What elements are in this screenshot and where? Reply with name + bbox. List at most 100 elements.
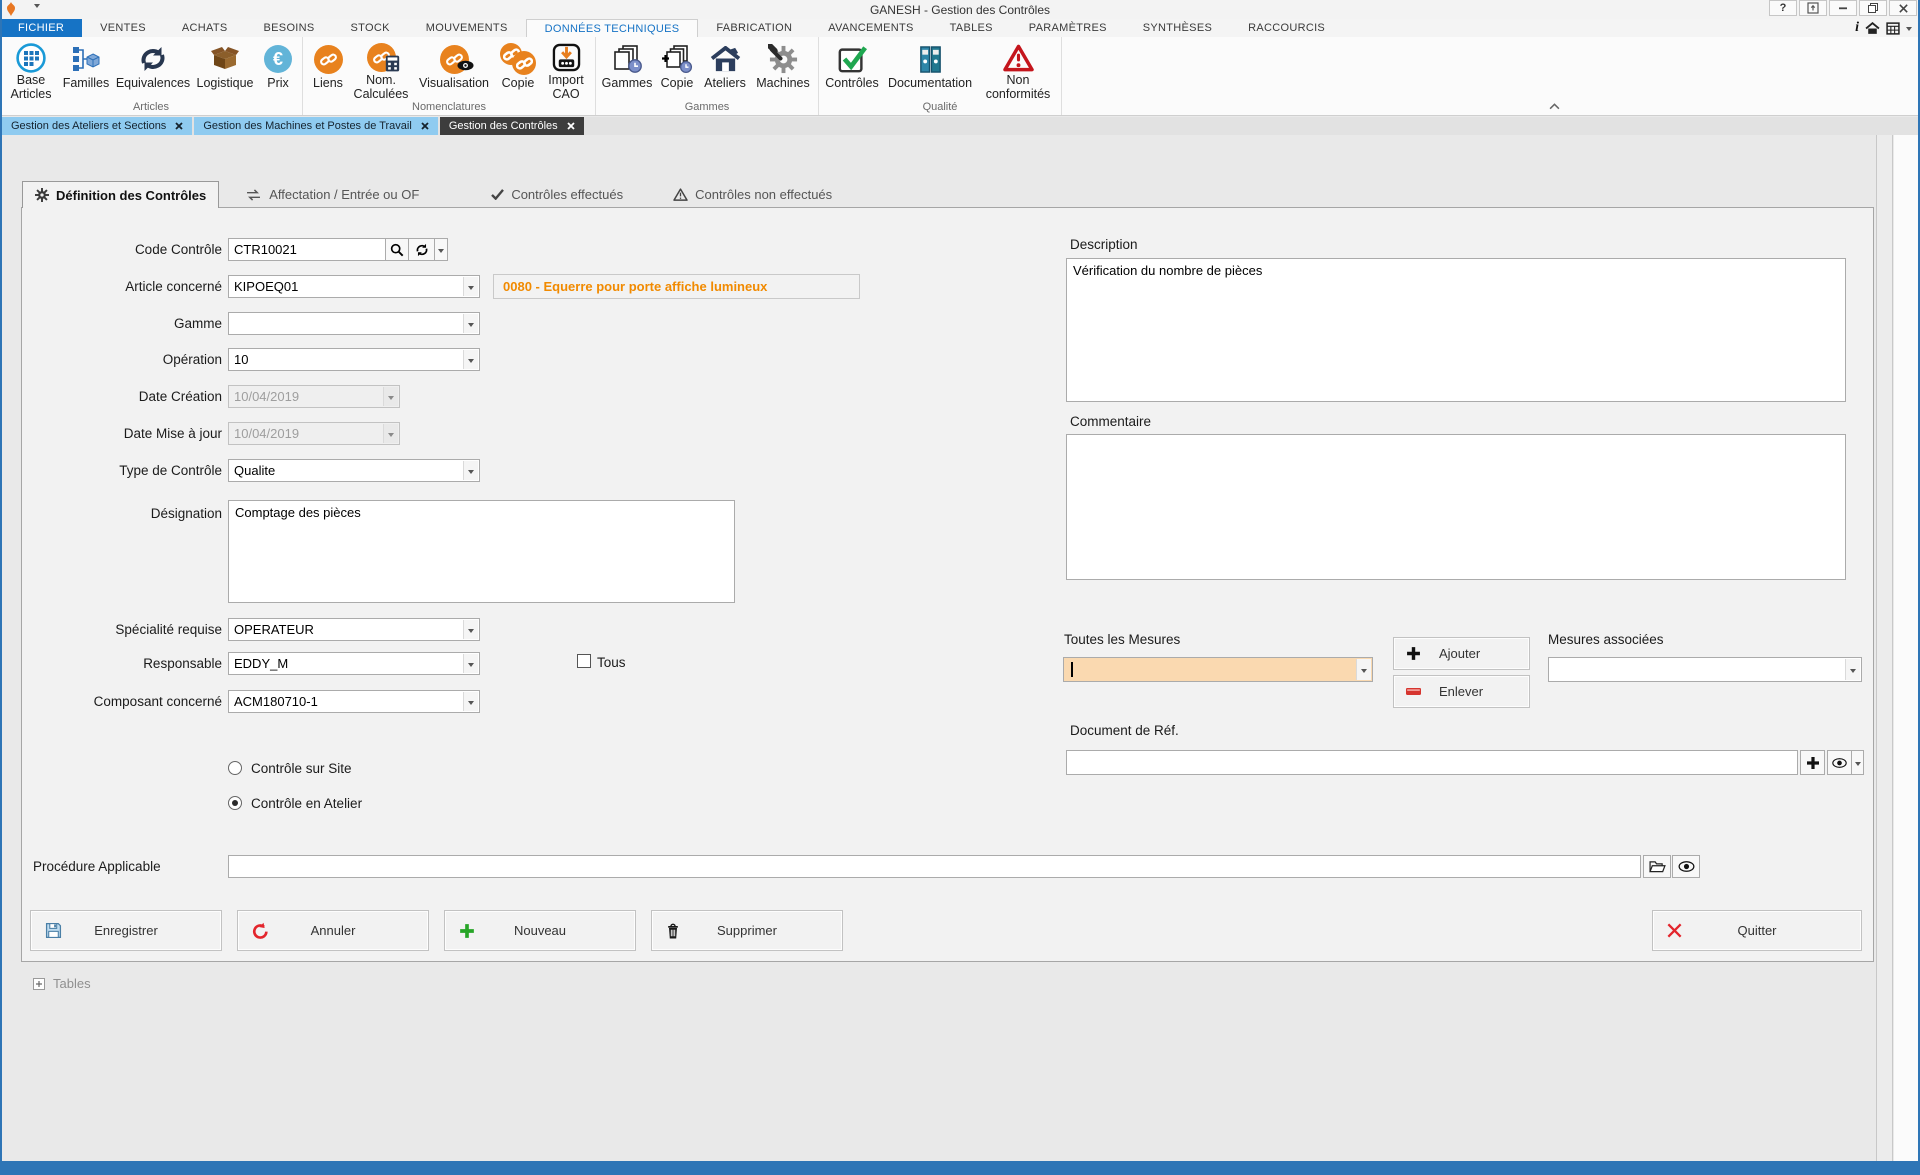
toutes-mesures-combobox[interactable] (1063, 657, 1373, 682)
ribbon-gammes-button[interactable]: Gammes (599, 39, 655, 101)
radio-controle-en-atelier[interactable] (228, 796, 242, 810)
mesures-associees-combobox[interactable] (1548, 657, 1862, 682)
euro-icon: € (263, 42, 293, 76)
chevron-down-icon[interactable] (1845, 659, 1860, 680)
menu-mouvements[interactable]: MOUVEMENTS (408, 19, 526, 37)
document-ref-view-button[interactable] (1827, 750, 1852, 775)
nouveau-button[interactable]: Nouveau (444, 910, 636, 951)
code-controle-dropdown-button[interactable] (434, 238, 448, 261)
restore-button[interactable] (1859, 0, 1887, 16)
procedure-applicable-input[interactable] (228, 855, 1641, 878)
tab-gestion-ateliers-et-sections[interactable]: Gestion des Ateliers et Sections (2, 117, 192, 135)
ribbon-liens-button[interactable]: Liens (306, 39, 350, 101)
document-ref-add-button[interactable] (1800, 750, 1825, 775)
procedure-applicable-label: Procédure Applicable (33, 858, 203, 875)
chevron-down-icon[interactable] (463, 654, 478, 673)
menu-ventes[interactable]: VENTES (82, 19, 164, 37)
date-creation-value: 10/04/2019 (234, 389, 299, 404)
ribbon-visualisation-button[interactable]: Visualisation (412, 39, 496, 101)
menu-raccourcis[interactable]: RACCOURCIS (1230, 19, 1343, 37)
procedure-open-button[interactable] (1643, 855, 1671, 878)
close-icon[interactable] (421, 122, 429, 130)
specialite-requise-combobox[interactable]: OPERATEUR (228, 618, 480, 641)
tous-checkbox[interactable] (577, 654, 591, 668)
article-concerne-combobox[interactable]: KIPOEQ01 (228, 275, 480, 298)
commentaire-textarea[interactable] (1066, 434, 1846, 580)
chevron-down-icon[interactable] (463, 461, 478, 480)
menu-stock[interactable]: STOCK (333, 19, 408, 37)
menu-besoins[interactable]: BESOINS (246, 19, 333, 37)
menu-tables[interactable]: TABLES (932, 19, 1011, 37)
operation-label: Opération (30, 351, 222, 368)
commentaire-label: Commentaire (1070, 413, 1270, 430)
ribbon-non-conformites-button[interactable]: Non conformités (978, 39, 1058, 101)
ribbon-collapse-button[interactable] (1545, 100, 1563, 113)
search-button[interactable] (385, 238, 409, 261)
chevron-down-icon[interactable] (463, 692, 478, 711)
ajouter-button[interactable]: Ajouter (1393, 637, 1530, 670)
menu-achats[interactable]: ACHATS (164, 19, 246, 37)
menu-donnees-techniques[interactable]: DONNÉES TECHNIQUES (526, 19, 699, 37)
ribbon: Base Articles Familles Equivalences (0, 37, 1920, 116)
ribbon-copie-nomenclature-button[interactable]: Copie (496, 39, 540, 101)
ribbon-logistique-button[interactable]: Logistique (193, 39, 257, 101)
quitter-button[interactable]: Quitter (1652, 910, 1862, 951)
document-ref-dropdown-button[interactable] (1851, 750, 1864, 775)
tab-gestion-des-controles[interactable]: Gestion des Contrôles (440, 117, 584, 135)
ribbon-ateliers-button[interactable]: Ateliers (699, 39, 751, 101)
code-controle-input[interactable]: CTR10021 (228, 238, 386, 261)
help-icon: ? (1780, 2, 1787, 14)
document-tab-bar: Gestion des Ateliers et Sections Gestion… (0, 117, 1920, 135)
responsable-combobox[interactable]: EDDY_M (228, 652, 480, 675)
home-icon[interactable] (1865, 20, 1880, 36)
gamme-combobox[interactable] (228, 312, 480, 335)
menu-fichier[interactable]: FICHIER (0, 19, 82, 37)
menu-parametres[interactable]: PARAMÈTRES (1011, 19, 1125, 37)
close-icon[interactable] (175, 122, 183, 130)
close-icon[interactable] (567, 122, 575, 130)
ribbon-controles-button[interactable]: Contrôles (822, 39, 882, 101)
menu-syntheses[interactable]: SYNTHÈSES (1125, 19, 1230, 37)
ribbon-familles-button[interactable]: Familles (59, 39, 113, 101)
type-de-controle-combobox[interactable]: Qualite (228, 459, 480, 482)
tab-gestion-machines-et-postes[interactable]: Gestion des Machines et Postes de Travai… (194, 117, 438, 135)
ribbon-options-button[interactable] (1799, 0, 1827, 16)
help-button[interactable]: ? (1769, 0, 1797, 16)
info-icon[interactable]: i (1855, 20, 1859, 36)
chevron-down-icon[interactable] (463, 350, 478, 369)
close-button[interactable] (1889, 0, 1917, 16)
menu-avancements[interactable]: AVANCEMENTS (810, 19, 931, 37)
ribbon-machines-button[interactable]: Machines (751, 39, 815, 101)
menu-fabrication[interactable]: FABRICATION (698, 19, 810, 37)
tables-expander[interactable]: Tables (33, 976, 91, 991)
radio-controle-sur-site[interactable] (228, 761, 242, 775)
composant-concerne-combobox[interactable]: ACM180710-1 (228, 690, 480, 713)
enlever-button[interactable]: Enlever (1393, 675, 1530, 708)
supprimer-button[interactable]: Supprimer (651, 910, 843, 951)
document-ref-input[interactable] (1066, 750, 1798, 775)
chevron-down-icon[interactable] (463, 620, 478, 639)
procedure-view-button[interactable] (1672, 855, 1700, 878)
ribbon-documentation-button[interactable]: Documentation (882, 39, 978, 101)
description-textarea[interactable]: Vérification du nombre de pièces (1066, 258, 1846, 402)
operation-combobox[interactable]: 10 (228, 348, 480, 371)
pages-plus-icon (661, 42, 693, 76)
chevron-down-icon[interactable] (463, 277, 478, 296)
chevron-down-icon[interactable] (1356, 659, 1371, 680)
ribbon-equivalences-button[interactable]: Equivalences (113, 39, 193, 101)
chevron-down-icon[interactable] (1906, 20, 1912, 36)
designation-textarea[interactable]: Comptage des pièces (228, 500, 735, 603)
calculator-icon[interactable] (1886, 20, 1900, 36)
ribbon-button-label: Documentation (888, 76, 972, 90)
chevron-down-icon[interactable] (463, 314, 478, 333)
ribbon-import-cao-button[interactable]: Import CAO (540, 39, 592, 101)
minus-icon (1406, 688, 1421, 695)
ribbon-copie-gamme-button[interactable]: Copie (655, 39, 699, 101)
minimize-button[interactable] (1829, 0, 1857, 16)
refresh-button[interactable] (408, 238, 435, 261)
ribbon-nom-calculees-button[interactable]: Nom. Calculées (350, 39, 412, 101)
ribbon-base-articles-button[interactable]: Base Articles (3, 39, 59, 101)
annuler-button[interactable]: Annuler (237, 910, 429, 951)
enregistrer-button[interactable]: Enregistrer (30, 910, 222, 951)
ribbon-prix-button[interactable]: € Prix (257, 39, 299, 101)
